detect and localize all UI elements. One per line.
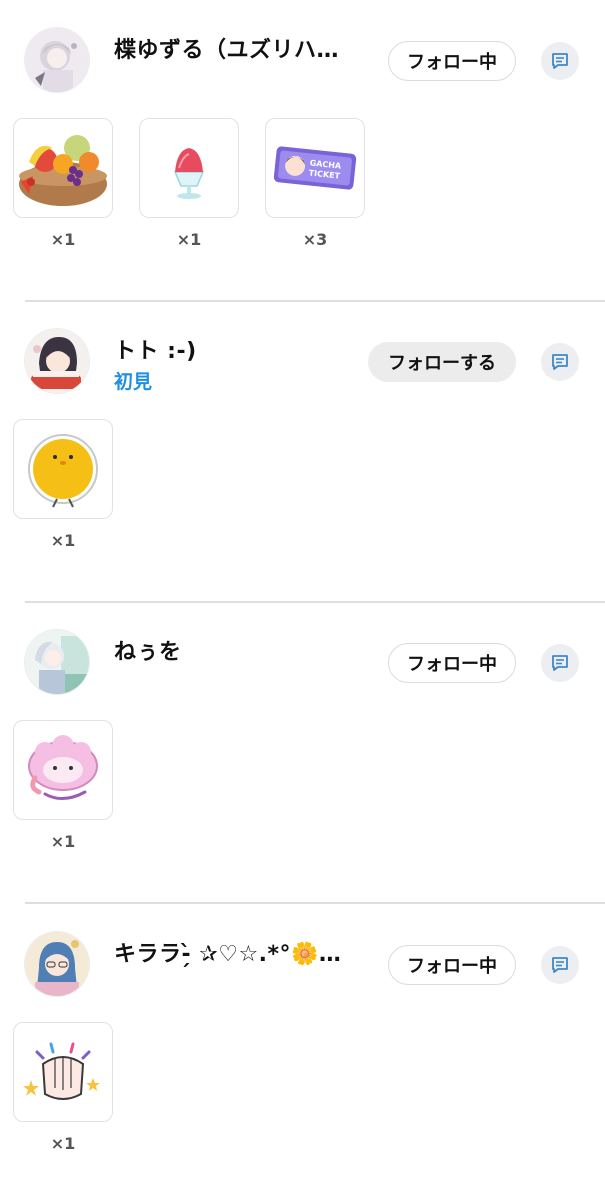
message-button[interactable] xyxy=(541,946,579,984)
gift-count: ×1 xyxy=(50,1134,76,1153)
user-avatar[interactable] xyxy=(25,630,89,694)
user-name[interactable]: トト :-) xyxy=(114,333,364,365)
shaved-ice-icon xyxy=(173,148,205,199)
gift-item[interactable]: ×1 xyxy=(13,419,113,550)
gacha-ticket-icon: GACHA TICKET xyxy=(273,146,357,190)
gift-tile xyxy=(13,1022,113,1122)
gift-count: ×1 xyxy=(50,832,76,851)
gift-tile xyxy=(13,419,113,519)
message-button[interactable] xyxy=(541,343,579,381)
user-name[interactable]: 楪ゆずる（ユズリハ… xyxy=(114,32,364,64)
gift-count: ×1 xyxy=(176,230,202,249)
following-button[interactable]: フォロー中 xyxy=(388,945,516,985)
message-icon xyxy=(552,354,568,370)
gift-tile: GACHA TICKET xyxy=(265,118,365,218)
gift-count: ×3 xyxy=(302,230,328,249)
user-avatar[interactable] xyxy=(25,28,89,92)
gift-count: ×1 xyxy=(50,531,76,550)
yellow-chick-sticker-icon xyxy=(28,434,98,508)
follow-button[interactable]: フォローする xyxy=(368,342,516,382)
avatar-silver-hair-character xyxy=(25,28,89,92)
gift-count: ×1 xyxy=(50,230,76,249)
message-icon xyxy=(552,53,568,69)
supporter-entry: 楪ゆずる（ユズリハ… フォロー中 ×1 ×1 GACHA TICKET ×3 xyxy=(0,0,605,300)
gift-tile xyxy=(13,118,113,218)
supporter-entry: キララ-̗̀ ✰♡☆.*°🌼… フォロー中 ×1 xyxy=(0,904,605,1204)
message-button[interactable] xyxy=(541,644,579,682)
supporter-entry: ねぅを フォロー中 ×1 xyxy=(0,602,605,902)
fruit-basket-icon xyxy=(19,135,107,206)
user-name[interactable]: キララ-̗̀ ✰♡☆.*°🌼… xyxy=(114,936,364,968)
gift-item[interactable]: ×1 xyxy=(13,1022,113,1153)
clapping-hands-sticker-icon xyxy=(23,1042,100,1100)
user-avatar[interactable] xyxy=(25,932,89,996)
gift-item[interactable]: ×1 xyxy=(13,720,113,851)
avatar-blue-hair-character xyxy=(25,932,89,996)
gift-item[interactable]: ×1 xyxy=(139,118,239,249)
user-name[interactable]: ねぅを xyxy=(114,634,364,666)
gift-item[interactable]: GACHA TICKET ×3 xyxy=(265,118,365,249)
message-icon xyxy=(552,655,568,671)
first-visit-tag: 初見 xyxy=(114,371,153,393)
following-button[interactable]: フォロー中 xyxy=(388,643,516,683)
gift-item[interactable]: ×1 xyxy=(13,118,113,249)
avatar-white-hair-character xyxy=(25,630,89,694)
avatar-dark-hair-character xyxy=(25,329,89,393)
gift-tile xyxy=(139,118,239,218)
supporter-entry: トト :-) 初見 フォローする ×1 xyxy=(0,301,605,601)
pink-sheep-sticker-icon xyxy=(28,735,98,800)
gift-tile xyxy=(13,720,113,820)
following-button[interactable]: フォロー中 xyxy=(388,41,516,81)
message-icon xyxy=(552,957,568,973)
message-button[interactable] xyxy=(541,42,579,80)
user-avatar[interactable] xyxy=(25,329,89,393)
